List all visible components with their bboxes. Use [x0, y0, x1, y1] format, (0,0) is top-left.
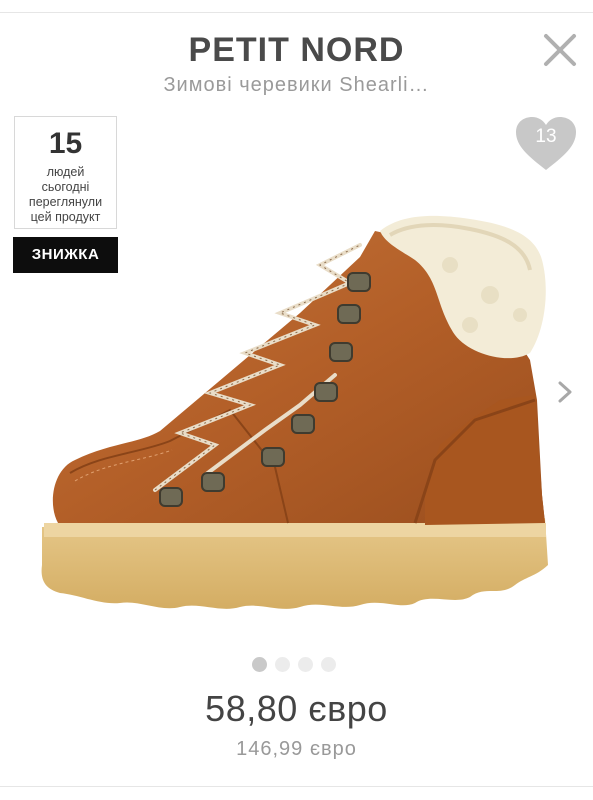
favorite-count: 13: [535, 126, 557, 147]
gallery-dot[interactable]: [252, 657, 267, 672]
product-title: Зимові черевики Shearli…: [163, 74, 430, 96]
gallery-dot[interactable]: [298, 657, 313, 672]
brand-name: PETIT NORD: [188, 31, 405, 69]
boot-image: [41, 215, 548, 609]
gallery-pagination: [252, 657, 336, 672]
close-button[interactable]: [540, 30, 580, 70]
top-divider: [0, 12, 593, 13]
product-image[interactable]: [30, 205, 560, 630]
next-image-button[interactable]: [554, 378, 576, 406]
bottom-divider: [0, 786, 593, 787]
favorite-button[interactable]: 13: [514, 116, 578, 172]
close-icon: [544, 34, 576, 66]
gallery-dot[interactable]: [275, 657, 290, 672]
chevron-right-icon: [558, 381, 572, 403]
product-header: PETIT NORD Зимові черевики Shearli…: [0, 28, 593, 97]
current-price: 58,80 євро: [205, 688, 388, 729]
views-count: 15: [48, 127, 83, 160]
gallery-dot[interactable]: [321, 657, 336, 672]
old-price: 146,99 євро: [236, 738, 357, 760]
